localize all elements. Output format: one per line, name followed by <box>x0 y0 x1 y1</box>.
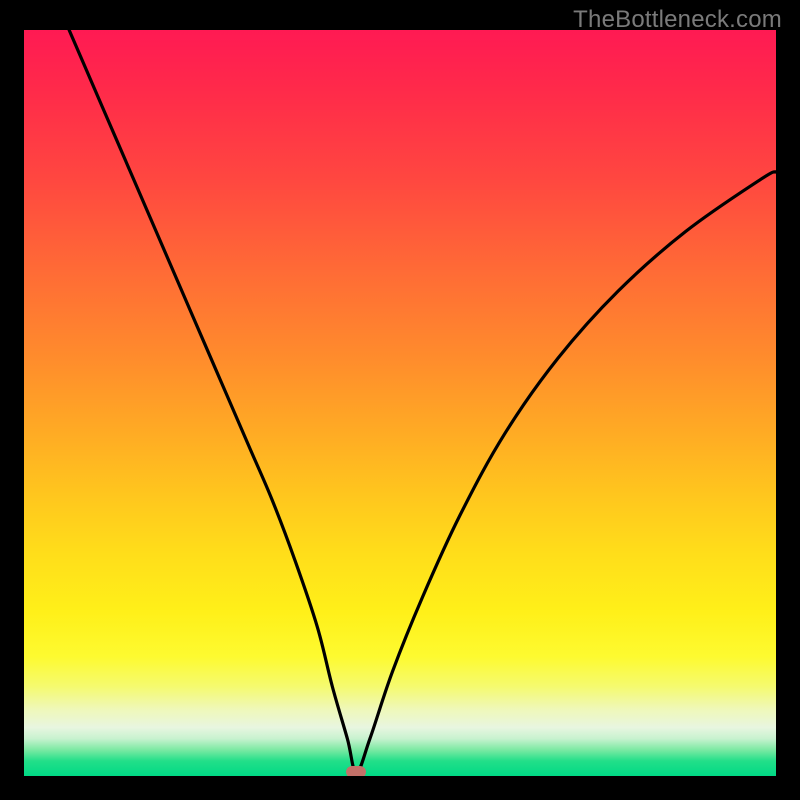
watermark-text: TheBottleneck.com <box>573 6 782 34</box>
bottleneck-curve <box>24 30 776 776</box>
minimum-marker <box>346 766 366 776</box>
chart-plot-area <box>24 30 776 776</box>
